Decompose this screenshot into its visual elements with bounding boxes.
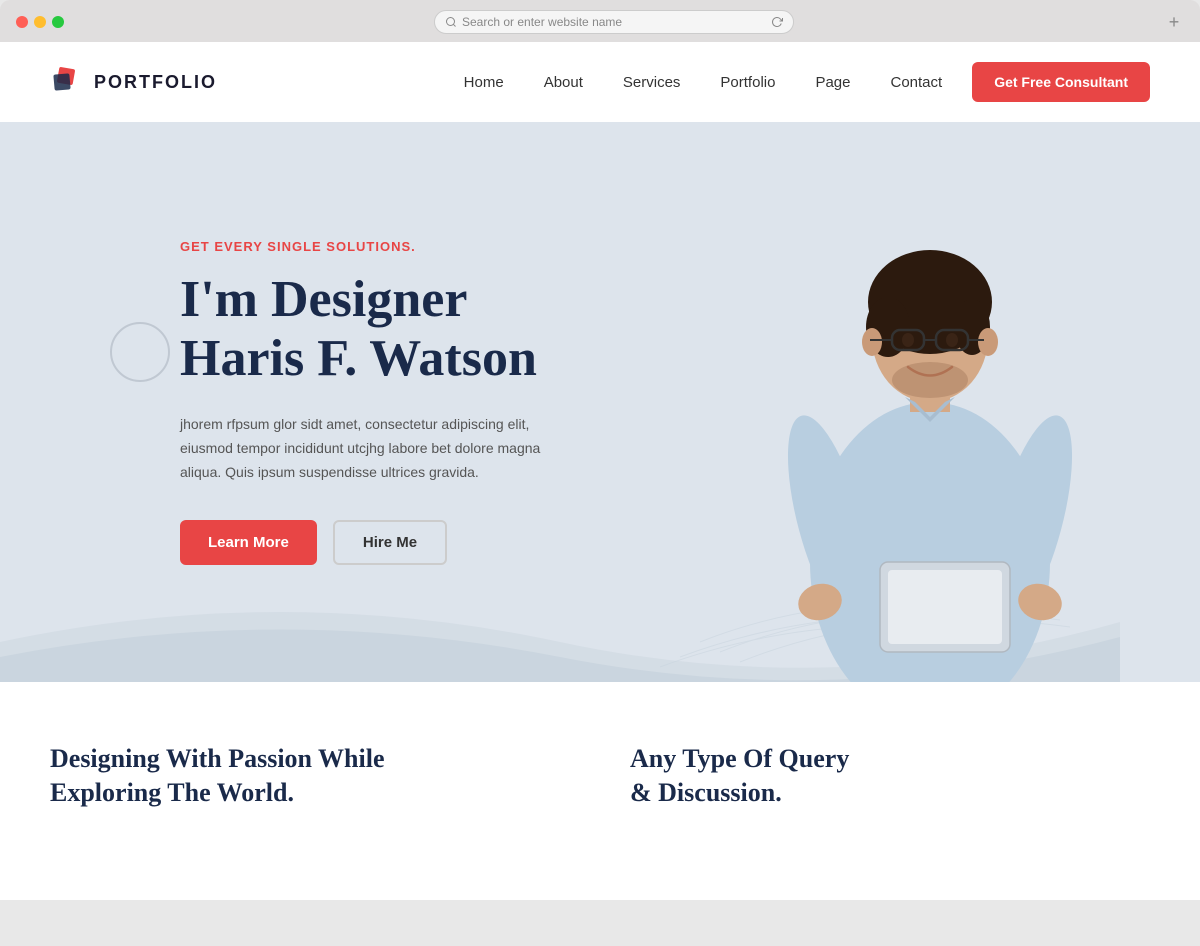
bottom-section: Designing With Passion While Exploring T…: [0, 682, 1200, 850]
bottom-left-heading: Designing With Passion While Exploring T…: [50, 742, 570, 810]
hero-buttons: Learn More Hire Me: [180, 520, 550, 565]
hero-content: GET EVERY SINGLE SOLUTIONS. I'm Designer…: [0, 179, 600, 626]
browser-titlebar: Search or enter website name +: [0, 10, 1200, 42]
search-icon: [445, 16, 457, 28]
bottom-right: Any Type Of Query & Discussion.: [630, 742, 1150, 810]
minimize-button[interactable]: [34, 16, 46, 28]
address-bar[interactable]: Search or enter website name: [434, 10, 794, 34]
navbar: PORTFOLIO Home About Services Portfolio …: [0, 42, 1200, 122]
bottom-left-line1: Designing With Passion While: [50, 744, 384, 773]
hero-title: I'm Designer Haris F. Watson: [180, 270, 550, 390]
browser-chrome: Search or enter website name +: [0, 0, 1200, 42]
browser-dots: [16, 16, 64, 28]
logo-text: PORTFOLIO: [94, 72, 217, 93]
close-button[interactable]: [16, 16, 28, 28]
bottom-right-heading: Any Type Of Query & Discussion.: [630, 742, 1150, 810]
maximize-button[interactable]: [52, 16, 64, 28]
nav-contact[interactable]: Contact: [891, 74, 943, 91]
hero-tagline: GET EVERY SINGLE SOLUTIONS.: [180, 239, 550, 254]
cta-button[interactable]: Get Free Consultant: [972, 62, 1150, 102]
logo[interactable]: PORTFOLIO: [50, 64, 217, 100]
website-container: PORTFOLIO Home About Services Portfolio …: [0, 42, 1200, 900]
hero-description: jhorem rfpsum glor sidt amet, consectetu…: [180, 413, 550, 484]
refresh-icon[interactable]: [771, 16, 783, 28]
nav-page[interactable]: Page: [815, 74, 850, 91]
nav-about[interactable]: About: [544, 74, 583, 91]
logo-icon: [50, 64, 86, 100]
nav-links: Home About Services Portfolio Page Conta…: [464, 74, 943, 91]
bottom-left-line2: Exploring The World.: [50, 778, 294, 807]
hire-me-button[interactable]: Hire Me: [333, 520, 447, 565]
new-tab-button[interactable]: +: [1164, 12, 1184, 32]
hero-person-image: [740, 162, 1120, 682]
bottom-right-line1: Any Type Of Query: [630, 744, 849, 773]
bottom-left: Designing With Passion While Exploring T…: [50, 742, 570, 810]
browser-addressbar: Search or enter website name: [72, 10, 1156, 34]
hero-section: GET EVERY SINGLE SOLUTIONS. I'm Designer…: [0, 122, 1200, 682]
nav-home[interactable]: Home: [464, 74, 504, 91]
hero-title-line1: I'm Designer: [180, 271, 467, 328]
nav-services[interactable]: Services: [623, 74, 681, 91]
person-svg: [740, 162, 1120, 682]
hero-title-line2: Haris F. Watson: [180, 330, 537, 387]
learn-more-button[interactable]: Learn More: [180, 520, 317, 565]
address-placeholder: Search or enter website name: [462, 15, 622, 29]
bottom-right-line2: & Discussion.: [630, 778, 782, 807]
nav-portfolio[interactable]: Portfolio: [720, 74, 775, 91]
